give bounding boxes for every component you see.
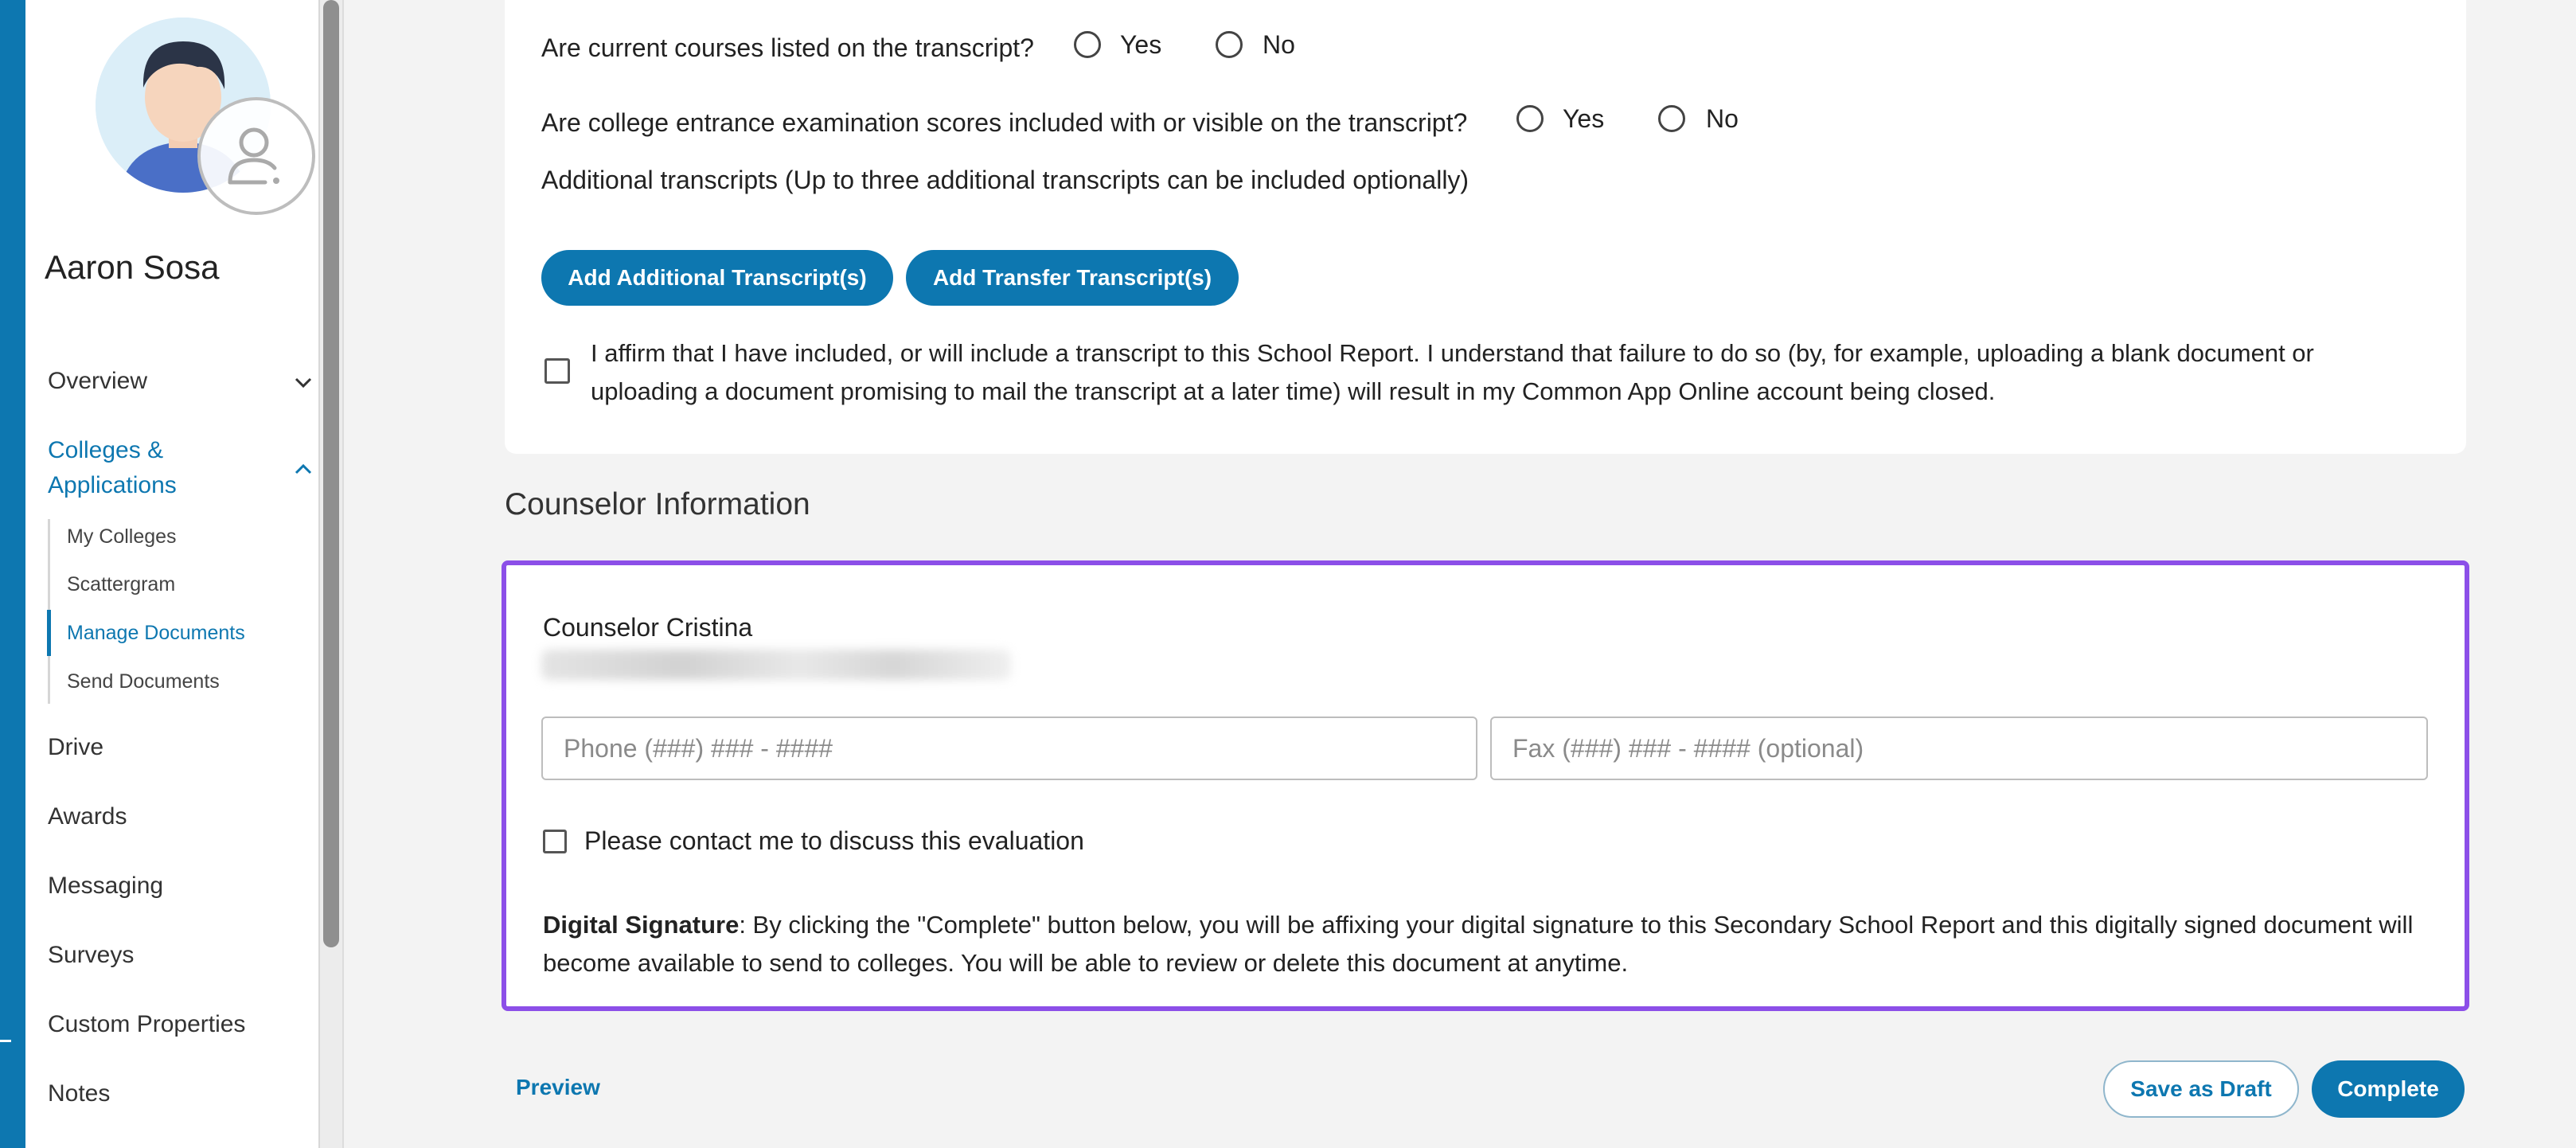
radio-label-yes: Yes <box>1563 104 1605 133</box>
question-current-courses: Are current courses listed on the transc… <box>541 33 1034 62</box>
sidebar-item-my-colleges[interactable]: My Colleges <box>67 525 177 549</box>
sidebar-item-overview[interactable]: Overview <box>48 368 147 395</box>
submenu-active-indicator <box>47 610 51 656</box>
sidebar-item-colleges-applications[interactable]: Colleges & Applications <box>48 433 247 503</box>
digital-signature-label: Digital Signature <box>543 911 740 939</box>
phone-input[interactable] <box>541 717 1477 780</box>
sidebar-scrollbar-thumb[interactable] <box>323 0 339 947</box>
radio-label-yes: Yes <box>1120 30 1162 59</box>
sidebar-item-awards[interactable]: Awards <box>48 803 127 830</box>
sidebar-item-send-documents[interactable]: Send Documents <box>67 670 220 693</box>
section-title-counselor: Counselor Information <box>505 487 810 521</box>
radio-label-no: No <box>1706 104 1739 133</box>
exam-scores-yes-radio[interactable] <box>1516 105 1544 132</box>
user-name: Aaron Sosa <box>45 248 220 286</box>
sidebar-item-notes[interactable]: Notes <box>48 1080 110 1107</box>
radio-label-no: No <box>1263 30 1295 59</box>
app-rail <box>0 0 25 1148</box>
user-upload-icon <box>228 127 279 185</box>
sidebar-item-manage-documents[interactable]: Manage Documents <box>67 622 245 645</box>
contact-me-checkbox[interactable] <box>543 830 567 853</box>
contact-me-label: Please contact me to discuss this evalua… <box>584 826 1084 855</box>
add-transfer-transcript-button[interactable]: Add Transfer Transcript(s) <box>906 250 1239 306</box>
sidebar-item-surveys[interactable]: Surveys <box>48 942 134 969</box>
current-courses-no-radio[interactable] <box>1216 31 1243 58</box>
sidebar-item-drive[interactable]: Drive <box>48 734 103 761</box>
redacted-email <box>541 650 1011 680</box>
affirm-text: I affirm that I have included, or will i… <box>591 339 2314 405</box>
digital-signature-body: : By clicking the "Complete" button belo… <box>543 911 2414 977</box>
save-draft-button[interactable]: Save as Draft <box>2103 1060 2299 1118</box>
preview-link[interactable]: Preview <box>516 1075 600 1100</box>
digital-signature-text: Digital Signature: By clicking the "Comp… <box>543 906 2437 982</box>
sidebar-item-custom-properties[interactable]: Custom Properties <box>48 1011 245 1038</box>
sidebar-item-messaging[interactable]: Messaging <box>48 873 163 900</box>
current-courses-yes-radio[interactable] <box>1074 31 1101 58</box>
complete-button[interactable]: Complete <box>2312 1060 2465 1118</box>
exam-scores-no-radio[interactable] <box>1658 105 1685 132</box>
chevron-up-icon[interactable] <box>291 457 315 481</box>
counselor-name: Counselor Cristina <box>543 613 753 642</box>
fax-input[interactable] <box>1490 717 2428 780</box>
question-exam-scores: Are college entrance examination scores … <box>541 108 1468 137</box>
rail-marker <box>0 1040 11 1042</box>
affirm-checkbox[interactable] <box>544 358 570 384</box>
change-photo-button[interactable] <box>197 97 315 215</box>
additional-transcripts-note: Additional transcripts (Up to three addi… <box>541 166 1469 194</box>
sidebar-item-scattergram[interactable]: Scattergram <box>67 573 175 596</box>
add-additional-transcript-button[interactable]: Add Additional Transcript(s) <box>541 250 893 306</box>
chevron-down-icon[interactable] <box>291 371 315 395</box>
